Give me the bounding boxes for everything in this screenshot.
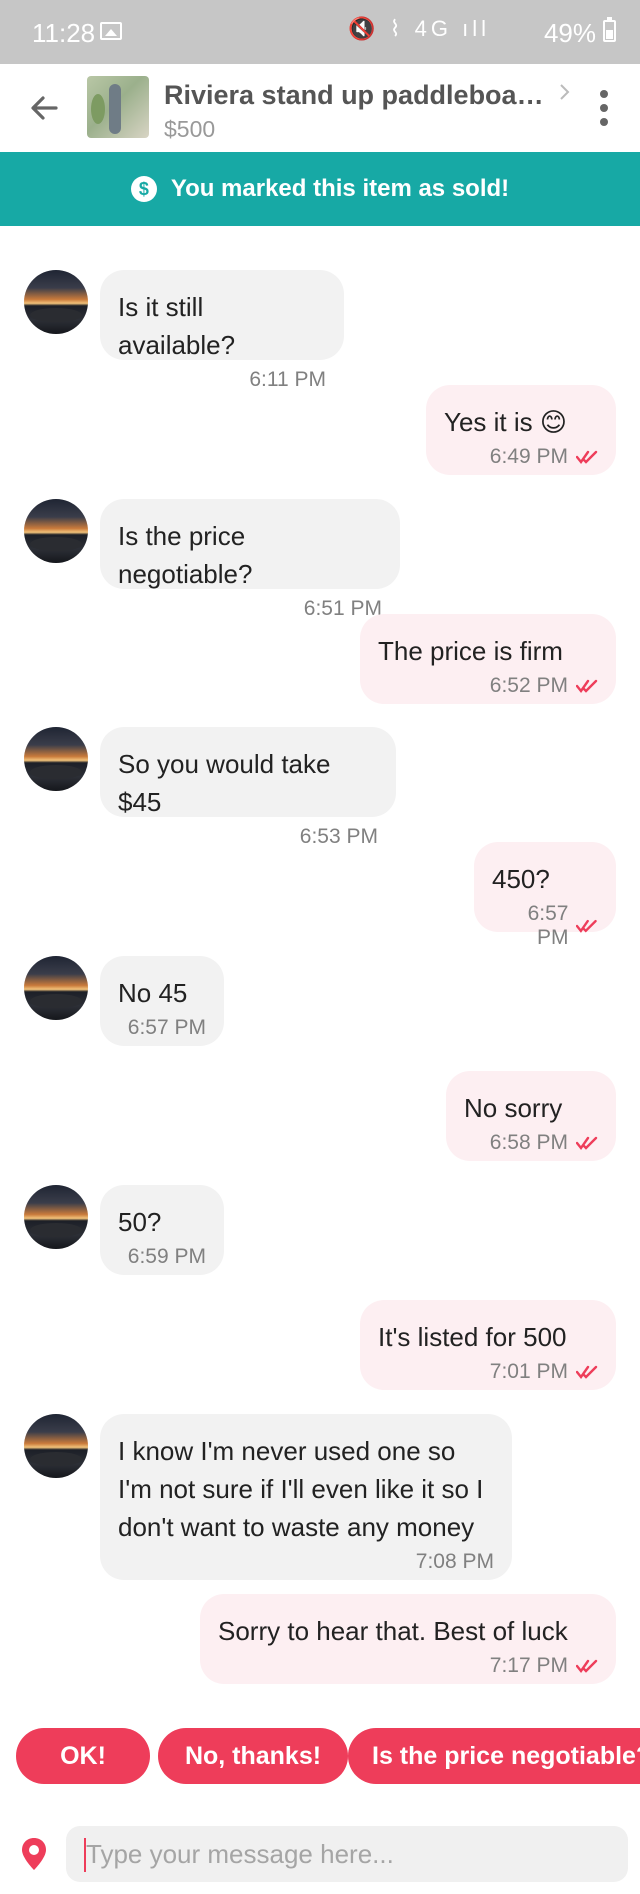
quick-reply-no-thanks[interactable]: No, thanks!: [158, 1728, 348, 1784]
chevron-right-icon[interactable]: [558, 82, 572, 102]
message-bubble-outgoing: No sorry 6:58 PM: [446, 1071, 616, 1161]
message-bubble-outgoing: The price is firm 6:52 PM: [360, 614, 616, 704]
read-check-icon: [576, 919, 598, 933]
message-text: Is the price negotiable?: [118, 521, 253, 589]
read-check-icon: [576, 1659, 598, 1673]
message-text: I know I'm never used one so I'm not sur…: [118, 1436, 484, 1542]
sold-banner: $ You marked this item as sold!: [0, 152, 640, 226]
message-bubble-incoming: No 45 6:57 PM: [100, 956, 224, 1046]
read-check-icon: [576, 450, 598, 464]
avatar[interactable]: [24, 499, 88, 563]
message-text: Is it still available?: [118, 292, 236, 360]
message-text: 50?: [118, 1207, 162, 1237]
message-time: 6:57 PM: [527, 902, 569, 949]
text-cursor: [84, 1838, 86, 1872]
message-bubble-incoming: 50? 6:59 PM: [100, 1185, 224, 1275]
battery-percent: 49%: [543, 18, 596, 48]
status-bar: 11:28 🔇 ⌇ 4G ıll 49%: [0, 0, 640, 64]
message-text: The price is firm: [378, 636, 563, 666]
sold-banner-text: You marked this item as sold!: [170, 175, 510, 202]
message-bubble-outgoing: It's listed for 500 7:01 PM: [360, 1300, 616, 1390]
message-bubble-incoming: So you would take $45 6:53 PM: [100, 727, 396, 848]
avatar[interactable]: [24, 727, 88, 791]
message-bubble-incoming: I know I'm never used one so I'm not sur…: [100, 1414, 512, 1580]
quick-reply-price-negotiable[interactable]: Is the price negotiable?: [348, 1728, 640, 1784]
message-bubble-outgoing: Yes it is 😊 6:49 PM: [426, 385, 616, 475]
message-text: No 45: [118, 978, 188, 1008]
message-time: 6:11 PM: [249, 368, 326, 391]
message-text: Yes it is 😊: [444, 407, 567, 437]
status-icons: 🔇 ⌇ 4G ıll: [348, 16, 490, 41]
message-input[interactable]: [66, 1826, 628, 1882]
message-bubble-incoming: Is the price negotiable? 6:51 PM: [100, 499, 400, 620]
message-text: 450?: [492, 864, 550, 894]
message-bubble-outgoing: Sorry to hear that. Best of luck 7:17 PM: [200, 1594, 616, 1684]
read-check-icon: [576, 1136, 598, 1150]
back-arrow-icon[interactable]: [26, 90, 62, 126]
message-time: 7:17 PM: [489, 1654, 568, 1677]
status-time: 11:28: [32, 18, 96, 48]
avatar[interactable]: [24, 956, 88, 1020]
battery-icon: [603, 17, 616, 42]
message-time: 6:59 PM: [127, 1245, 206, 1268]
message-text: So you would take $45: [118, 749, 331, 817]
chat-header: Riviera stand up paddleboard... $500: [0, 64, 640, 152]
gallery-notification-icon: [100, 22, 122, 40]
message-time: 6:52 PM: [489, 674, 568, 697]
read-check-icon: [576, 679, 598, 693]
message-time: 7:01 PM: [489, 1360, 568, 1383]
location-pin-icon[interactable]: [20, 1836, 48, 1872]
avatar[interactable]: [24, 270, 88, 334]
message-bubble-incoming: Is it still available? 6:11 PM: [100, 270, 344, 391]
message-time: 6:49 PM: [489, 445, 568, 468]
item-thumbnail[interactable]: [87, 76, 149, 138]
item-price: $500: [164, 116, 216, 142]
read-check-icon: [576, 1365, 598, 1379]
message-text: It's listed for 500: [378, 1322, 567, 1352]
item-title[interactable]: Riviera stand up paddleboard...: [164, 80, 544, 111]
quick-reply-ok[interactable]: OK!: [16, 1728, 150, 1784]
message-text: Sorry to hear that. Best of luck: [218, 1616, 568, 1646]
message-time: 7:08 PM: [415, 1550, 494, 1573]
message-time: 6:58 PM: [489, 1131, 568, 1154]
message-bubble-outgoing: 450? 6:57 PM: [474, 842, 616, 949]
avatar[interactable]: [24, 1414, 88, 1478]
message-text: No sorry: [464, 1093, 563, 1123]
message-time: 6:53 PM: [299, 825, 378, 848]
avatar[interactable]: [24, 1185, 88, 1249]
dollar-icon: $: [130, 176, 157, 202]
message-time: 6:57 PM: [127, 1016, 206, 1039]
more-options-icon[interactable]: [594, 88, 614, 128]
